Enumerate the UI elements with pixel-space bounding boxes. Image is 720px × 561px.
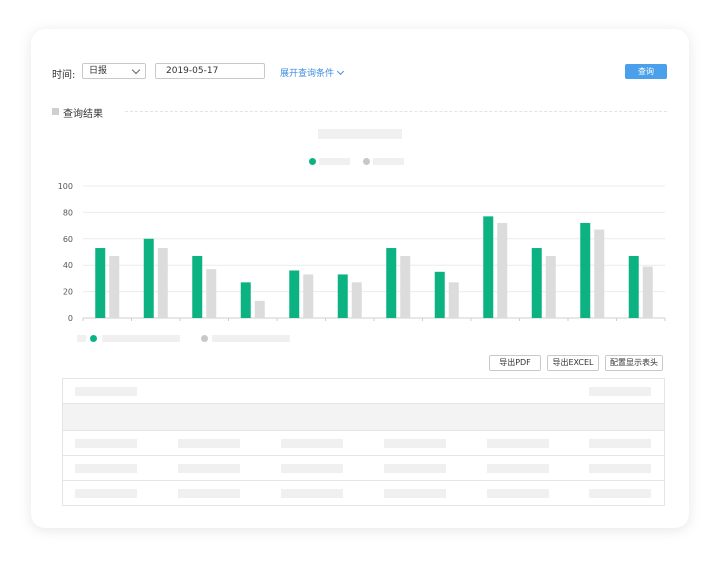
bar-series-2[interactable]: [157, 248, 168, 318]
legend-dot-primary: [90, 335, 97, 342]
table-cell-placeholder: [281, 439, 343, 448]
bar-series-2[interactable]: [303, 274, 314, 318]
data-table: [62, 378, 665, 506]
export-pdf-button[interactable]: 导出PDF: [489, 355, 541, 371]
y-tick-label: 80: [63, 208, 73, 217]
bar-series-2[interactable]: [400, 255, 411, 318]
bar-series-1[interactable]: [143, 238, 154, 318]
bar-series-1[interactable]: [192, 255, 203, 318]
table-header-row: [63, 404, 664, 431]
table-cell-placeholder: [75, 464, 137, 473]
table-cell-placeholder: [589, 387, 651, 396]
table-row[interactable]: [63, 456, 664, 481]
legend-placeholder: [77, 335, 86, 342]
table-cell-placeholder: [589, 489, 651, 498]
legend-label-placeholder: [212, 335, 290, 342]
bar-series-1[interactable]: [531, 248, 542, 318]
bar-series-1[interactable]: [337, 274, 348, 318]
table-cell-placeholder: [589, 439, 651, 448]
bar-series-2[interactable]: [351, 282, 362, 318]
bar-series-2[interactable]: [206, 269, 217, 318]
table-cell-placeholder: [75, 387, 137, 396]
bar-series-1[interactable]: [95, 248, 106, 318]
legend-label-placeholder: [102, 335, 180, 342]
config-header-button[interactable]: 配置显示表头: [605, 355, 663, 371]
bar-series-1[interactable]: [240, 282, 251, 318]
report-card: 时间: 日报 2019-05-17 展开查询条件 查询 查询结果 0 20 40 60…: [31, 29, 689, 528]
bar-series-2[interactable]: [545, 255, 556, 318]
table-cell-placeholder: [281, 489, 343, 498]
table-cell-placeholder: [384, 489, 446, 498]
table-cell-placeholder: [178, 439, 240, 448]
legend-dot-secondary: [201, 335, 208, 342]
bar-series-2[interactable]: [109, 255, 120, 318]
bar-series-1[interactable]: [580, 222, 591, 318]
bar-series-2[interactable]: [448, 282, 459, 318]
y-tick-label: 0: [68, 314, 73, 323]
y-tick-label: 100: [58, 182, 73, 191]
bar-chart: 0 20 40 60 80 100: [58, 182, 666, 323]
bar-series-1[interactable]: [628, 255, 639, 318]
table-cell-placeholder: [384, 439, 446, 448]
y-tick-label: 40: [63, 261, 73, 270]
bar-series-2[interactable]: [254, 300, 265, 318]
table-cell-placeholder: [589, 464, 651, 473]
bar-series-1[interactable]: [289, 270, 300, 318]
table-row[interactable]: [63, 431, 664, 456]
export-excel-button[interactable]: 导出EXCEL: [547, 355, 599, 371]
bar-series-1[interactable]: [386, 248, 397, 318]
table-cell-placeholder: [75, 439, 137, 448]
table-cell-placeholder: [178, 464, 240, 473]
table-cell-placeholder: [487, 464, 549, 473]
y-tick-label: 20: [63, 288, 73, 297]
table-cell-placeholder: [487, 489, 549, 498]
bar-series-2[interactable]: [642, 266, 653, 318]
bar-series-1[interactable]: [434, 271, 445, 318]
bar-series-1[interactable]: [483, 216, 494, 318]
table-cell-placeholder: [487, 439, 549, 448]
table-cell-placeholder: [384, 464, 446, 473]
bar-series-2[interactable]: [497, 222, 508, 318]
table-cell-placeholder: [281, 464, 343, 473]
bar-series-2[interactable]: [594, 229, 605, 318]
table-cell-placeholder: [178, 489, 240, 498]
table-cell-placeholder: [75, 489, 137, 498]
table-title-row: [63, 379, 664, 404]
y-tick-label: 60: [63, 235, 73, 244]
table-row[interactable]: [63, 481, 664, 505]
